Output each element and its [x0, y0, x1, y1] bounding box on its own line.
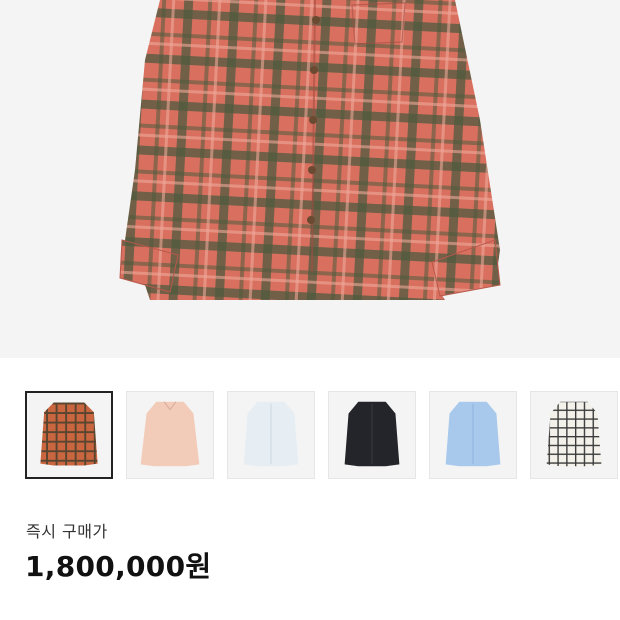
thumb-white-shirt[interactable] [227, 391, 315, 479]
light-pink-shirt-image [140, 401, 200, 467]
thumb-blue-shirt[interactable] [429, 391, 517, 479]
black-shirt-image [344, 401, 400, 467]
instant-buy-price-value: 1,800,000원 [25, 550, 212, 583]
thumbnail-strip [0, 391, 620, 479]
white-shirt-image [243, 401, 299, 467]
instant-buy-price-label: 즉시 구매가 [26, 522, 108, 541]
plaid-shirt-image [119, 0, 501, 300]
orange-plaid-shirt-image [40, 402, 98, 466]
thumb-check-shirt[interactable] [530, 391, 618, 479]
product-main-image[interactable] [0, 0, 620, 358]
light-blue-shirt-image [445, 401, 501, 467]
thumb-plaid-orange[interactable] [25, 391, 113, 479]
thumb-black-shirt[interactable] [328, 391, 416, 479]
thumb-pink-shirt[interactable] [126, 391, 214, 479]
white-check-shirt-image [546, 401, 602, 467]
